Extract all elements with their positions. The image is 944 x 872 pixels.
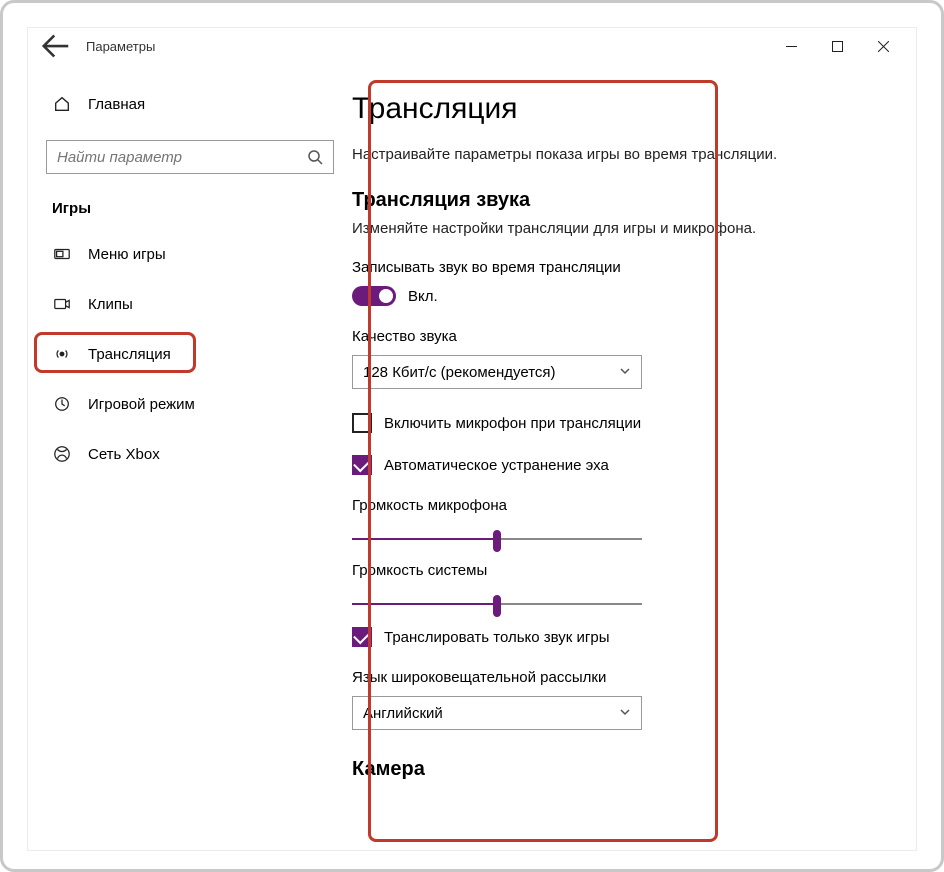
toggle-knob <box>379 289 393 303</box>
sidebar-item-label: Клипы <box>88 296 133 313</box>
sidebar-item-label: Сеть Xbox <box>88 446 160 463</box>
sidebar-item-home[interactable]: Главная <box>46 84 334 124</box>
titlebar: Параметры <box>28 28 916 64</box>
main-panel: Трансляция Настраивайте параметры показа… <box>352 64 916 850</box>
category-label: Игры <box>46 200 334 217</box>
audio-quality-select[interactable]: 128 Кбит/с (рекомендуется) <box>352 355 642 389</box>
sidebar-item-broadcasting[interactable]: Трансляция <box>46 331 334 377</box>
sidebar-item-label: Меню игры <box>88 246 166 263</box>
captures-icon <box>52 294 72 314</box>
camera-section-heading: Камера <box>352 758 896 781</box>
enable-mic-row[interactable]: Включить микрофон при трансляции <box>352 413 896 433</box>
system-volume-block: Громкость системы <box>352 562 896 605</box>
mic-volume-block: Громкость микрофона <box>352 497 896 540</box>
main-content: Трансляция Настраивайте параметры показа… <box>352 92 916 781</box>
sidebar-item-xbox[interactable]: Сеть Xbox <box>46 431 334 477</box>
slider-thumb[interactable] <box>493 595 501 617</box>
page-title: Трансляция <box>352 92 896 126</box>
system-volume-label: Громкость системы <box>352 562 896 579</box>
slider-fill <box>352 538 497 540</box>
search-icon <box>307 149 323 165</box>
search-input[interactable] <box>57 149 307 166</box>
mic-volume-label: Громкость микрофона <box>352 497 896 514</box>
sidebar-item-gamebar[interactable]: Меню игры <box>46 231 334 277</box>
game-only-label: Транслировать только звук игры <box>384 629 610 646</box>
select-value: Английский <box>363 705 619 722</box>
gamebar-icon <box>52 244 72 264</box>
sidebar-item-gamemode[interactable]: Игровой режим <box>46 381 334 427</box>
broadcast-icon <box>52 344 72 364</box>
sidebar-item-label: Главная <box>88 96 145 113</box>
back-button[interactable] <box>42 32 70 60</box>
echo-cancel-row[interactable]: Автоматическое устранение эха <box>352 455 896 475</box>
sidebar-item-label: Трансляция <box>88 346 171 363</box>
audio-quality-label: Качество звука <box>352 328 896 345</box>
window-title: Параметры <box>86 39 155 54</box>
record-audio-toggle-row: Вкл. <box>352 286 896 306</box>
page-description: Настраивайте параметры показа игры во вр… <box>352 144 896 165</box>
broadcast-lang-select[interactable]: Английский <box>352 696 642 730</box>
enable-mic-label: Включить микрофон при трансляции <box>384 415 641 432</box>
broadcast-lang-label: Язык широковещательной рассылки <box>352 669 896 686</box>
chevron-down-icon <box>619 364 631 381</box>
close-button[interactable] <box>860 31 906 61</box>
record-audio-label: Записывать звук во время трансляции <box>352 259 896 276</box>
home-icon <box>52 94 72 114</box>
select-value: 128 Кбит/с (рекомендуется) <box>363 364 619 381</box>
sidebar-item-captures[interactable]: Клипы <box>46 281 334 327</box>
maximize-button[interactable] <box>814 31 860 61</box>
enable-mic-checkbox[interactable] <box>352 413 372 433</box>
audio-section-heading: Трансляция звука <box>352 189 896 212</box>
slider-thumb[interactable] <box>493 530 501 552</box>
sidebar: Главная Игры Меню игры Клипы <box>28 64 352 850</box>
chevron-down-icon <box>619 705 631 722</box>
mic-volume-slider[interactable] <box>352 538 642 540</box>
sidebar-item-label: Игровой режим <box>88 396 195 413</box>
echo-cancel-label: Автоматическое устранение эха <box>384 457 609 474</box>
gamemode-icon <box>52 394 72 414</box>
search-box[interactable] <box>46 140 334 174</box>
game-only-row[interactable]: Транслировать только звук игры <box>352 627 896 647</box>
slider-fill <box>352 603 497 605</box>
toggle-state-label: Вкл. <box>408 288 438 305</box>
echo-cancel-checkbox[interactable] <box>352 455 372 475</box>
game-only-checkbox[interactable] <box>352 627 372 647</box>
xbox-icon <box>52 444 72 464</box>
settings-window: Параметры Главная Игры <box>28 28 916 850</box>
record-audio-toggle[interactable] <box>352 286 396 306</box>
minimize-button[interactable] <box>768 31 814 61</box>
system-volume-slider[interactable] <box>352 603 642 605</box>
audio-section-desc: Изменяйте настройки трансляции для игры … <box>352 218 896 239</box>
window-body: Главная Игры Меню игры Клипы <box>28 64 916 850</box>
window-controls <box>768 31 906 61</box>
